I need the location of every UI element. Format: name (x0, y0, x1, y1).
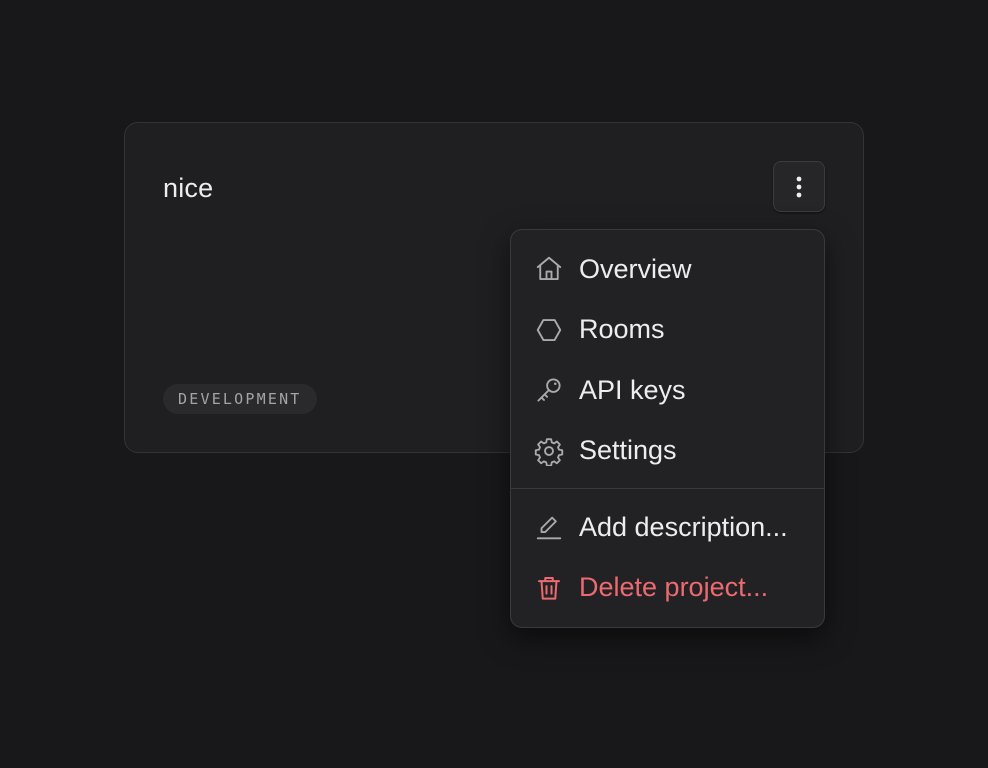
more-options-button[interactable] (773, 161, 825, 212)
vertical-ellipsis-icon (796, 176, 802, 197)
menu-item-label: Delete project... (579, 572, 769, 603)
trash-icon (534, 573, 564, 603)
menu-item-label: API keys (579, 374, 686, 405)
menu-item-add-description[interactable]: Add description... (511, 497, 824, 558)
menu-item-overview[interactable]: Overview (511, 239, 824, 300)
menu-item-delete-project[interactable]: Delete project... (511, 558, 824, 619)
menu-item-settings[interactable]: Settings (511, 421, 824, 482)
project-actions-menu: Overview Rooms API keys Settings Add des… (510, 229, 825, 628)
menu-item-api-keys[interactable]: API keys (511, 360, 824, 421)
project-title: nice (163, 173, 214, 203)
home-icon (534, 254, 564, 284)
menu-item-rooms[interactable]: Rooms (511, 300, 824, 361)
menu-item-label: Add description... (579, 511, 788, 542)
gear-icon (534, 436, 564, 466)
menu-item-label: Overview (579, 253, 692, 284)
environment-badge: DEVELOPMENT (163, 384, 317, 414)
menu-item-label: Rooms (579, 314, 665, 345)
menu-divider (511, 488, 824, 489)
key-icon (534, 375, 564, 405)
menu-item-label: Settings (579, 435, 677, 466)
hexagon-icon (534, 315, 564, 345)
pencil-icon (534, 512, 564, 542)
